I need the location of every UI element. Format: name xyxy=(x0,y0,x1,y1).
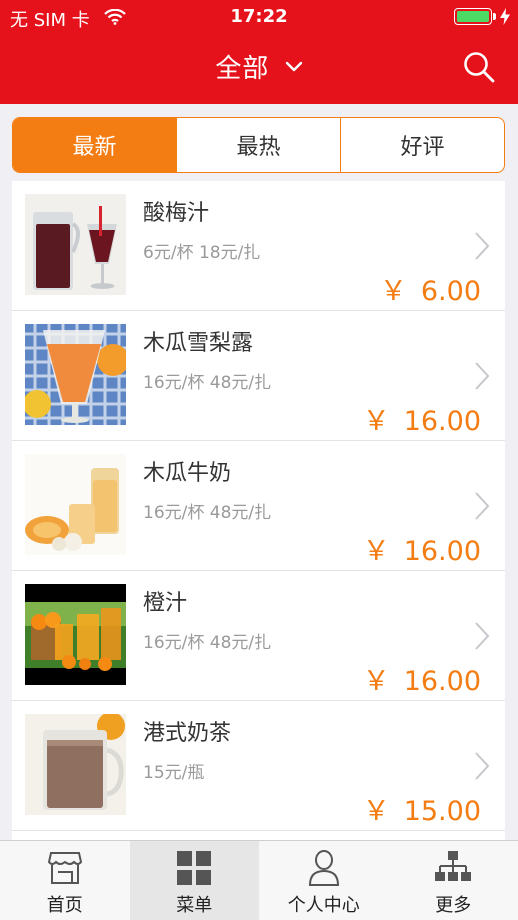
chevron-right-icon xyxy=(475,752,490,780)
search-icon[interactable] xyxy=(462,50,496,84)
plum-juice-image xyxy=(25,194,126,295)
item-price: ￥ 16.00 xyxy=(363,399,481,438)
price-value: 16.00 xyxy=(403,666,481,697)
segment-hottest[interactable]: 最热 xyxy=(176,118,340,172)
list-item[interactable]: 橙汁 16元/杯 48元/扎 ￥ 16.00 xyxy=(12,571,505,701)
item-name: 港式奶茶 xyxy=(143,721,232,746)
currency-symbol: ￥ xyxy=(379,276,407,307)
price-value: 16.00 xyxy=(403,536,481,567)
status-time: 17:22 xyxy=(230,6,288,27)
currency-symbol: ￥ xyxy=(362,796,390,827)
papaya-milk-image xyxy=(25,454,126,555)
currency-symbol: ￥ xyxy=(362,666,390,697)
sitemap-icon xyxy=(435,851,472,881)
item-description: 16元/杯 48元/扎 xyxy=(143,373,272,393)
price-value: 16.00 xyxy=(403,406,481,437)
item-name: 木瓜雪梨露 xyxy=(143,331,254,356)
price-value: 15.00 xyxy=(403,796,481,827)
battery-icon xyxy=(454,8,492,25)
tab-label: 菜单 xyxy=(176,895,213,916)
chevron-right-icon xyxy=(475,232,490,260)
chevron-down-icon xyxy=(285,61,302,71)
item-price: ￥ 15.00 xyxy=(363,789,481,828)
battery-level xyxy=(457,11,489,22)
chevron-right-icon xyxy=(475,622,490,650)
nav-title: 全部 xyxy=(215,54,270,84)
item-price: ￥ 16.00 xyxy=(363,529,481,568)
list-item[interactable]: 港式奶茶 15元/瓶 ￥ 15.00 xyxy=(12,701,505,831)
battery-nub xyxy=(493,13,496,20)
item-description: 15元/瓶 xyxy=(143,763,205,783)
item-name: 酸梅汁 xyxy=(143,201,210,226)
item-price: ￥ 16.00 xyxy=(363,659,481,698)
currency-symbol: ￥ xyxy=(362,406,390,437)
chevron-right-icon xyxy=(475,492,490,520)
tab-label: 首页 xyxy=(46,895,83,916)
chevron-right-icon xyxy=(475,362,490,390)
tab-bar: 首页 菜单 个人中心 更多 xyxy=(0,840,518,920)
papaya-pear-drink-image xyxy=(25,324,126,425)
store-icon xyxy=(47,852,82,884)
header: 无 SIM 卡 17:22 全部 xyxy=(0,0,518,104)
category-dropdown[interactable]: 全部 xyxy=(0,48,518,85)
item-name: 橙汁 xyxy=(143,591,188,616)
segment-top-rated[interactable]: 好评 xyxy=(340,118,504,172)
list-item[interactable]: 酸梅汁 6元/杯 18元/扎 ￥ 6.00 xyxy=(12,181,505,311)
item-name: 木瓜牛奶 xyxy=(143,461,232,486)
currency-symbol: ￥ xyxy=(362,536,390,567)
charging-bolt-icon xyxy=(500,8,510,25)
item-price: ￥ 6.00 xyxy=(380,269,481,308)
status-bar: 无 SIM 卡 17:22 xyxy=(0,0,518,34)
item-description: 6元/杯 18元/扎 xyxy=(143,243,261,263)
segment-newest[interactable]: 最新 xyxy=(13,118,176,172)
tab-more[interactable]: 更多 xyxy=(389,841,518,920)
person-icon xyxy=(308,850,339,886)
orange-juice-image xyxy=(25,584,126,685)
list-item[interactable]: 木瓜雪梨露 16元/杯 48元/扎 ￥ 16.00 xyxy=(12,311,505,441)
tab-home[interactable]: 首页 xyxy=(0,841,130,920)
menu-list: 酸梅汁 6元/杯 18元/扎 ￥ 6.00 木瓜雪梨露 16元/杯 48元/扎 … xyxy=(12,181,505,843)
price-value: 6.00 xyxy=(420,276,481,307)
item-description: 16元/杯 48元/扎 xyxy=(143,633,272,653)
tab-profile[interactable]: 个人中心 xyxy=(259,841,389,920)
tab-label: 更多 xyxy=(435,895,472,916)
list-item[interactable]: 木瓜牛奶 16元/杯 48元/扎 ￥ 16.00 xyxy=(12,441,505,571)
tab-label: 个人中心 xyxy=(287,895,360,916)
grid-icon xyxy=(177,851,212,885)
hk-milk-tea-image xyxy=(25,714,126,815)
item-description: 16元/杯 48元/扎 xyxy=(143,503,272,523)
tab-menu[interactable]: 菜单 xyxy=(129,841,259,920)
sort-segmented-control: 最新 最热 好评 xyxy=(12,117,505,173)
